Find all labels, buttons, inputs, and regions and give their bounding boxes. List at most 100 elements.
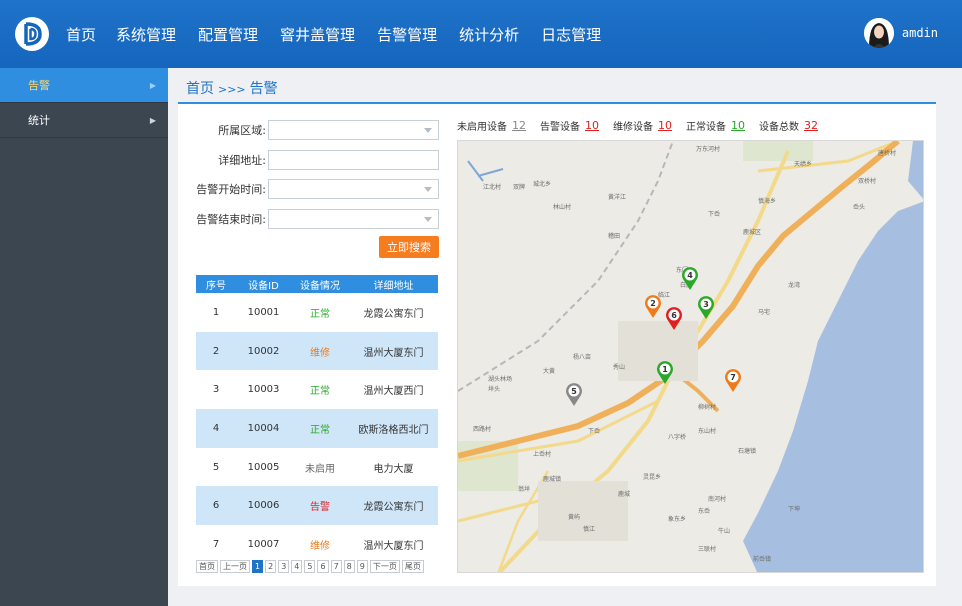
map-place-label: 象东乡 [668, 515, 686, 523]
map-place-label: 双牌 [513, 183, 525, 191]
map-place-label: 牛山 [718, 527, 730, 535]
pager-page-7[interactable]: 7 [330, 560, 342, 573]
nav-home[interactable]: 首页 [66, 24, 96, 45]
map-place-label: 东山村 [698, 427, 716, 435]
row-address: 温州大厦东门 [363, 540, 424, 552]
caret-right-icon: ▶ [149, 115, 156, 125]
col-no: 序号 [206, 280, 226, 292]
region-label: 所属区域: [218, 124, 266, 137]
map-place-label: 慎江 [583, 525, 595, 533]
table-row[interactable]: 4 10004 正常 欧斯洛格西北门 [196, 409, 438, 448]
pager-page-9[interactable]: 9 [356, 560, 368, 573]
start-time-row: 告警开始时间: [180, 179, 439, 199]
start-time-select[interactable] [268, 179, 439, 199]
map-place-label: 三联村 [698, 545, 716, 553]
breadcrumb-home[interactable]: 首页 [186, 81, 214, 97]
map-place-label: 南河村 [708, 495, 726, 503]
nav-alarm[interactable]: 告警管理 [377, 24, 437, 45]
map-place-label: 鹿城镇 [543, 475, 561, 483]
region-row: 所属区域: [192, 120, 439, 140]
stat-value-link[interactable]: 10 [585, 119, 599, 132]
user-menu[interactable]: amdin [863, 18, 938, 48]
end-time-row: 告警结束时间: [180, 209, 439, 229]
map-place-label: 灵昆乡 [643, 474, 661, 481]
table-header: 序号 设备ID 设备情况 详细地址 [196, 275, 438, 293]
pager-last-button[interactable]: 尾页 [401, 560, 424, 573]
table-row[interactable]: 3 10003 正常 温州大厦西门 [196, 370, 438, 409]
nav-system[interactable]: 系统管理 [116, 24, 176, 45]
map-place-label: 龙湾 [788, 281, 800, 289]
stat-value-link[interactable]: 12 [512, 119, 526, 132]
map-place-label: 翁垟 [518, 485, 530, 493]
row-device-id: 10004 [247, 422, 280, 434]
stat-label: 设备总数 [759, 122, 799, 133]
row-device-id: 10005 [247, 461, 280, 473]
sidebar-item-alarm[interactable]: 告警 ▶ [0, 68, 168, 103]
sidebar-item-statistics[interactable]: 统计 ▶ [0, 103, 168, 138]
map-place-label: 柳树村 [698, 403, 716, 411]
sidebar-item-label: 统计 [28, 114, 50, 127]
row-status: 未启用 [305, 463, 335, 475]
row-status: 维修 [310, 347, 330, 359]
table-row[interactable]: 2 10002 维修 温州大厦东门 [196, 331, 438, 371]
pager-page-2[interactable]: 2 [265, 560, 277, 573]
pager-page-6[interactable]: 6 [317, 560, 329, 573]
username[interactable]: amdin [902, 26, 938, 40]
pager-page-5[interactable]: 5 [304, 560, 316, 573]
table-row[interactable]: 6 10006 告警 龙霞公寓东门 [196, 486, 438, 526]
search-button[interactable]: 立即搜索 [379, 236, 439, 258]
map-place-label: 江北村 [483, 183, 501, 191]
nav-statistics[interactable]: 统计分析 [459, 24, 519, 45]
start-time-label: 告警开始时间: [196, 183, 266, 196]
row-status: 正常 [310, 308, 330, 320]
nav-manhole[interactable]: 窨井盖管理 [280, 24, 355, 45]
end-time-select[interactable] [268, 209, 439, 229]
row-no: 3 [212, 384, 220, 396]
address-row: 详细地址: [192, 150, 439, 170]
map-place-label: 城北乡 [533, 180, 551, 188]
end-time-label: 告警结束时间: [196, 213, 266, 226]
map-canvas[interactable]: 万东河村天绩乡唐桥村双桥村城北乡林山村黄洋江慎海乡岙头下岙稽田鹿城区东门白鹿 龙湾… [458, 141, 924, 573]
user-avatar-icon [863, 18, 894, 48]
stat-value-link[interactable]: 32 [804, 119, 818, 132]
device-stats: 未启用设备 12 告警设备 10 维修设备 10 正常设备 10 设备总数 32 [457, 118, 832, 133]
map-view[interactable]: 万东河村 天绩乡 唐桥村 双桥村 城北乡 林山村 黄洋江 慎海乡 岙头 下岙 稽田 鹿城区 东门 白鹿 龙湾… [457, 140, 924, 573]
table-row[interactable]: 1 10001 正常 龙霞公寓东门 [196, 293, 438, 332]
region-select[interactable] [268, 120, 439, 140]
pager-next-button[interactable]: 下一页 [369, 560, 400, 573]
pager-prev-button[interactable]: 上一页 [220, 560, 250, 573]
pager-first-button[interactable]: 首页 [196, 560, 218, 573]
pager-page-4[interactable]: 4 [291, 560, 303, 573]
nav-config[interactable]: 配置管理 [198, 24, 258, 45]
map-place-label: 东岙 [698, 507, 710, 515]
map-marker-number: 3 [703, 300, 709, 309]
avatar[interactable] [863, 18, 894, 48]
row-address: 电力大厦 [373, 463, 414, 475]
caret-right-icon: ▶ [149, 80, 156, 90]
map-place-label: 下岙 [708, 210, 720, 218]
pager-page-8[interactable]: 8 [343, 560, 355, 573]
table-row[interactable]: 5 10005 未启用 电力大厦 [196, 448, 438, 487]
row-device-id: 10006 [247, 500, 280, 512]
map-place-label: 下坤 [788, 505, 800, 513]
map-marker-number: 1 [662, 365, 668, 374]
row-no: 6 [212, 500, 220, 512]
pager-page-3[interactable]: 3 [278, 560, 290, 573]
table-row[interactable]: 7 10007 维修 温州大厦东门 [196, 525, 438, 564]
row-no: 7 [212, 538, 220, 550]
stat-value-link[interactable]: 10 [731, 119, 745, 132]
pager-page-1[interactable]: 1 [252, 560, 264, 573]
sidebar-item-label: 告警 [28, 79, 50, 92]
map-place-label: 大黄 [543, 367, 555, 375]
map-place-label: 林山村 [553, 203, 571, 211]
row-device-id: 10003 [247, 384, 280, 396]
nav-logs[interactable]: 日志管理 [541, 24, 601, 45]
address-input[interactable] [268, 150, 439, 170]
row-no: 1 [212, 306, 220, 318]
map-place-label: 下岙 [588, 427, 600, 435]
stat-value-link[interactable]: 10 [658, 119, 672, 132]
stat-label: 未启用设备 [457, 122, 507, 133]
col-address: 详细地址 [373, 280, 414, 292]
map-place-label: 双桥村 [858, 177, 876, 185]
map-place-label: 马宅 [758, 308, 770, 316]
